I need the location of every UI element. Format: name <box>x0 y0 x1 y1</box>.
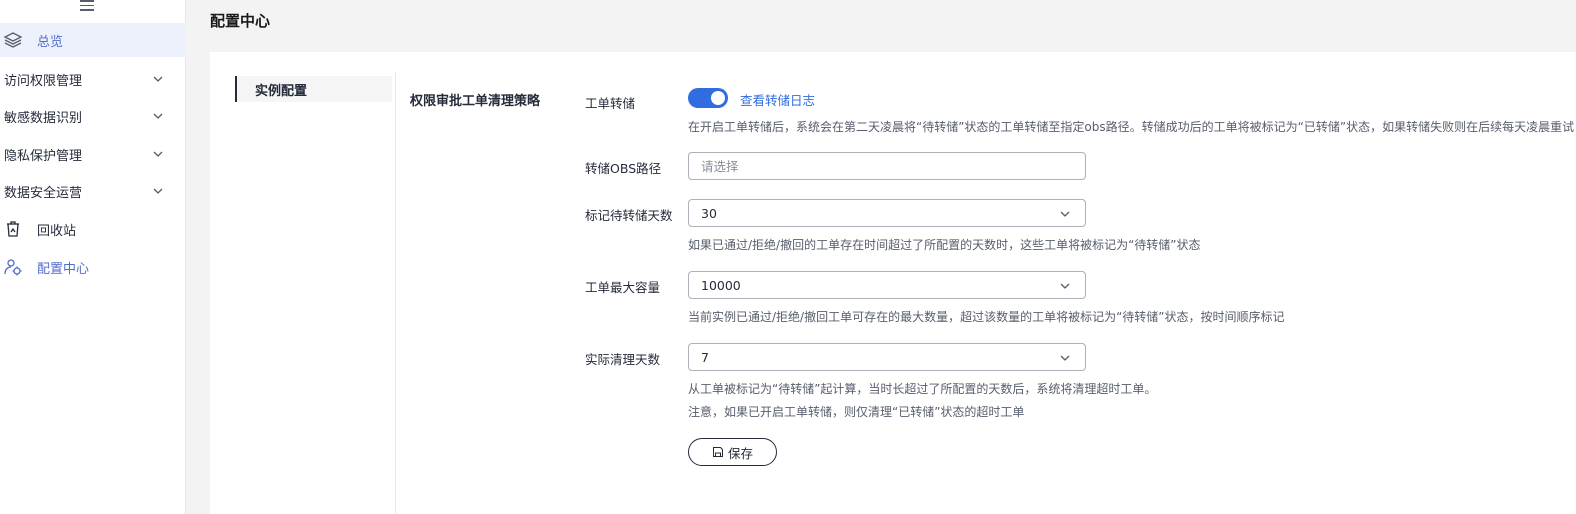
trash-icon <box>3 219 23 239</box>
chevron-down-icon <box>153 113 163 119</box>
chevron-down-icon <box>1060 211 1070 217</box>
obs-path-input[interactable] <box>688 152 1086 180</box>
chevron-down-icon <box>153 188 163 194</box>
layers-icon <box>3 30 23 50</box>
clean-days-note: 注意，如果已开启工单转储，则仅清理“已转储”状态的超时工单 <box>688 405 1025 419</box>
sidebar-item-access-control[interactable]: 访问权限管理 <box>0 62 186 96</box>
chevron-down-icon <box>153 76 163 82</box>
tab-label: 实例配置 <box>255 83 308 99</box>
toggle-knob <box>711 91 725 105</box>
max-capacity-hint: 当前实例已通过/拒绝/撤回工单可存在的最大数量，超过该数量的工单将被标记为“待转… <box>688 310 1285 324</box>
chevron-down-icon <box>153 151 163 157</box>
mark-days-label: 标记待转储天数 <box>585 208 673 223</box>
config-icon <box>3 257 23 277</box>
tab-instance-config[interactable]: 实例配置 <box>235 76 392 102</box>
select-value: 30 <box>701 205 717 221</box>
sidebar-item-label: 总览 <box>37 34 64 50</box>
save-button[interactable]: 保存 <box>688 438 777 466</box>
chevron-down-icon <box>1060 355 1070 361</box>
mark-days-hint: 如果已通过/拒绝/撤回的工单存在时间超过了所配置的天数时，这些工单将被标记为“待… <box>688 238 1201 252</box>
clean-days-hint: 从工单被标记为“待转储”起计算，当时长超过了所配置的天数后，系统将清理超时工单。 <box>688 382 1157 396</box>
sidebar-item-security-ops[interactable]: 数据安全运营 <box>0 174 186 208</box>
obs-path-label: 转储OBS路径 <box>585 161 662 176</box>
sidebar-item-config-center[interactable]: 配置中心 <box>0 250 186 284</box>
menu-toggle-icon[interactable] <box>80 0 94 11</box>
select-value: 7 <box>701 349 709 365</box>
divider <box>395 72 396 514</box>
section-title: 权限审批工单清理策略 <box>410 94 541 109</box>
dump-hint: 在开启工单转储后，系统会在第二天凌晨将“待转储”状态的工单转储至指定obs路径。… <box>688 120 1575 134</box>
sidebar-item-privacy[interactable]: 隐私保护管理 <box>0 137 186 171</box>
sidebar-item-sensitive-data[interactable]: 敏感数据识别 <box>0 99 186 133</box>
chevron-down-icon <box>1060 283 1070 289</box>
save-icon <box>712 447 723 457</box>
clean-days-select[interactable]: 7 <box>688 343 1086 371</box>
sidebar-item-recycle-bin[interactable]: 回收站 <box>0 212 186 246</box>
select-value: 10000 <box>701 277 741 293</box>
clean-days-label: 实际清理天数 <box>585 352 661 367</box>
dump-label: 工单转储 <box>585 96 636 111</box>
page-title: 配置中心 <box>210 12 271 30</box>
dump-toggle[interactable] <box>688 88 728 108</box>
save-label: 保存 <box>727 445 753 461</box>
max-capacity-label: 工单最大容量 <box>585 280 661 295</box>
sidebar-item-label: 回收站 <box>37 223 77 239</box>
max-capacity-select[interactable]: 10000 <box>688 271 1086 299</box>
sidebar-item-label: 配置中心 <box>37 261 90 277</box>
sidebar-item-overview[interactable]: 总览 <box>0 23 186 57</box>
sidebar: 总览 访问权限管理 敏感数据识别 隐私保护管理 数据安全运营 回收站 配置中心 <box>0 0 186 514</box>
mark-days-select[interactable]: 30 <box>688 199 1086 227</box>
view-dump-log-link[interactable]: 查看转储日志 <box>740 90 815 109</box>
